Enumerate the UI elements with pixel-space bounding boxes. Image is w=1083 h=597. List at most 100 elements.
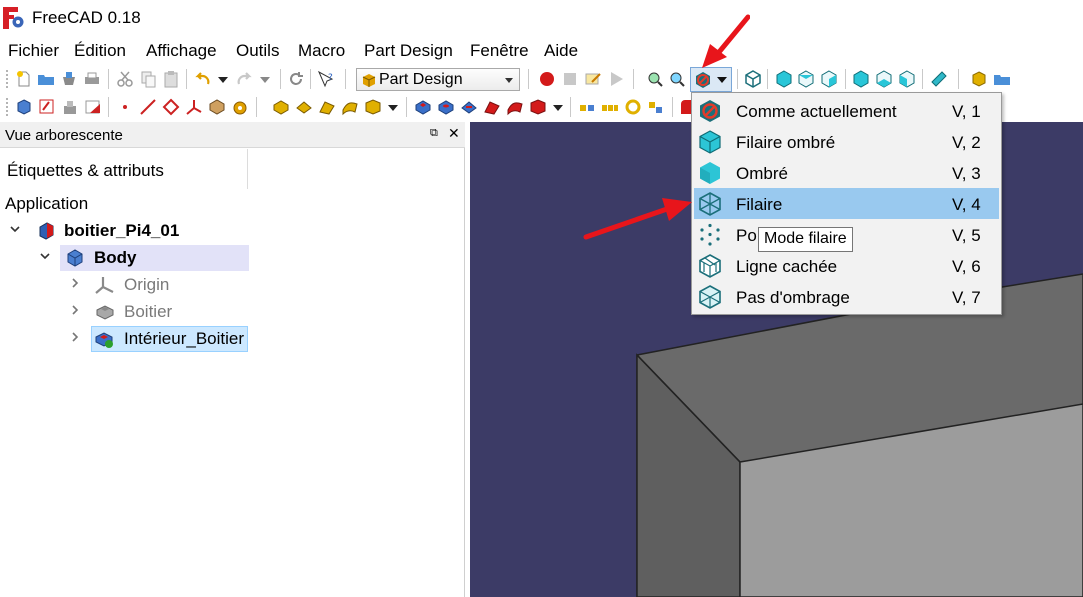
groove-icon[interactable] <box>460 98 478 116</box>
datum-point-icon[interactable] <box>116 98 134 116</box>
hole-icon[interactable] <box>437 98 455 116</box>
menu-item-label: Comme actuellement <box>736 102 897 121</box>
tree-item-label: boitier_Pi4_01 <box>64 221 180 240</box>
chevron-right-icon[interactable] <box>70 278 80 288</box>
menu-aide[interactable]: Aide <box>544 41 578 61</box>
save-icon[interactable] <box>60 70 78 88</box>
paste-icon[interactable] <box>162 70 180 88</box>
datum-line-icon[interactable] <box>139 98 157 116</box>
create-body-icon[interactable] <box>15 98 33 116</box>
menu-item-filaire[interactable]: Filaire V, 4 <box>694 188 999 219</box>
pad-icon[interactable] <box>272 98 290 116</box>
toolbar-separator <box>406 97 408 117</box>
menu-part-design[interactable]: Part Design <box>364 41 453 61</box>
draw-style-icon <box>696 72 710 88</box>
menu-affichage[interactable]: Affichage <box>146 41 217 61</box>
subtractive-loft-icon[interactable] <box>483 98 501 116</box>
datum-plane-icon[interactable] <box>162 98 180 116</box>
tree-item-interieur-boitier[interactable]: Intérieur_Boitier <box>0 326 250 352</box>
additive-pipe-icon[interactable] <box>341 98 359 116</box>
local-coordinate-system-icon[interactable] <box>185 98 203 116</box>
run-macro-icon[interactable] <box>607 70 625 88</box>
map-sketch-icon[interactable] <box>84 98 102 116</box>
float-panel-icon[interactable]: ⧉ <box>430 127 438 140</box>
shape-binder-icon[interactable] <box>208 98 226 116</box>
menu-item-label: Filaire <box>736 195 783 214</box>
whats-this-icon[interactable]: ? <box>317 70 335 88</box>
linear-pattern-icon[interactable] <box>601 98 619 116</box>
toolbar-separator <box>922 69 924 89</box>
record-macro-icon[interactable] <box>538 70 556 88</box>
redo-icon[interactable] <box>235 70 253 88</box>
mirrored-icon[interactable] <box>578 98 596 116</box>
rear-view-icon[interactable] <box>852 70 870 88</box>
revolution-icon[interactable] <box>295 98 313 116</box>
menu-item-ombre[interactable]: Ombré V, 3 <box>694 157 999 188</box>
create-part-icon[interactable] <box>970 70 988 88</box>
panel-title: Vue arborescente <box>5 127 123 144</box>
tree-item-body[interactable]: Body <box>0 245 250 271</box>
fit-selection-icon[interactable] <box>668 70 686 88</box>
chevron-right-icon[interactable] <box>70 332 80 342</box>
tree-item-origin[interactable]: Origin <box>0 272 250 298</box>
pocket-icon[interactable] <box>414 98 432 116</box>
additive-loft-icon[interactable] <box>318 98 336 116</box>
menu-edition[interactable]: Édition <box>74 41 126 61</box>
chevron-down-icon[interactable] <box>10 224 20 234</box>
chevron-down-icon[interactable] <box>384 98 402 116</box>
toolbar-grip[interactable] <box>5 97 9 117</box>
tree-item-boitier[interactable]: Boitier <box>0 299 250 325</box>
menu-macro[interactable]: Macro <box>298 41 345 61</box>
copy-icon[interactable] <box>139 70 157 88</box>
clone-icon[interactable] <box>231 98 249 116</box>
edit-macro-icon[interactable] <box>584 70 602 88</box>
stop-macro-icon[interactable] <box>561 70 579 88</box>
menu-item-shortcut: V, 1 <box>952 102 981 121</box>
create-group-icon[interactable] <box>993 70 1011 88</box>
undo-dropdown-icon[interactable] <box>214 70 232 88</box>
subtractive-primitive-icon[interactable] <box>529 98 547 116</box>
menu-item-filaire-ombre[interactable]: Filaire ombré V, 2 <box>694 126 999 157</box>
refresh-icon[interactable] <box>287 70 305 88</box>
menu-item-comme-actuellement[interactable]: Comme actuellement V, 1 <box>694 95 999 126</box>
redo-dropdown-icon[interactable] <box>256 70 274 88</box>
chevron-down-icon[interactable] <box>40 251 50 261</box>
draw-style-button[interactable] <box>690 67 732 92</box>
toolbar-separator <box>767 69 769 89</box>
menu-item-pas-d-ombrage[interactable]: Pas d'ombrage V, 7 <box>694 281 999 312</box>
polar-pattern-icon[interactable] <box>624 98 642 116</box>
validate-sketch-icon[interactable] <box>61 98 79 116</box>
tree-column-header[interactable]: Étiquettes & attributs <box>0 149 248 189</box>
menu-fenetre[interactable]: Fenêtre <box>470 41 529 61</box>
toolbar-grip[interactable] <box>5 69 9 89</box>
additive-primitive-icon[interactable] <box>364 98 382 116</box>
undo-icon[interactable] <box>194 70 212 88</box>
chevron-down-icon[interactable] <box>549 98 567 116</box>
subtractive-pipe-icon[interactable] <box>506 98 524 116</box>
front-view-icon[interactable] <box>775 70 793 88</box>
cut-icon[interactable] <box>116 70 134 88</box>
isometric-view-icon[interactable] <box>744 70 762 88</box>
measure-distance-icon[interactable] <box>930 70 948 88</box>
workbench-selector[interactable]: Part Design <box>356 68 520 91</box>
multi-transform-icon[interactable] <box>647 98 665 116</box>
close-panel-icon[interactable]: ✕ <box>448 125 460 142</box>
right-view-icon[interactable] <box>820 70 838 88</box>
workbench-label: Part Design <box>379 71 463 88</box>
open-folder-icon[interactable] <box>37 70 55 88</box>
menu-fichier[interactable]: Fichier <box>8 41 59 61</box>
chevron-right-icon[interactable] <box>70 305 80 315</box>
print-icon[interactable] <box>83 70 101 88</box>
bottom-view-icon[interactable] <box>875 70 893 88</box>
fit-all-icon[interactable] <box>646 70 664 88</box>
menu-outils[interactable]: Outils <box>236 41 279 61</box>
title-bar: FreeCAD 0.18 <box>0 0 1083 36</box>
new-document-icon[interactable] <box>15 70 33 88</box>
pad-feature-icon <box>96 305 114 320</box>
menu-item-ligne-cachee[interactable]: Ligne cachée V, 6 <box>694 250 999 281</box>
create-sketch-icon[interactable] <box>38 98 56 116</box>
toolbar-separator <box>280 69 282 89</box>
top-view-icon[interactable] <box>797 70 815 88</box>
left-view-icon[interactable] <box>898 70 916 88</box>
tree-item-document[interactable]: boitier_Pi4_01 <box>0 218 250 244</box>
